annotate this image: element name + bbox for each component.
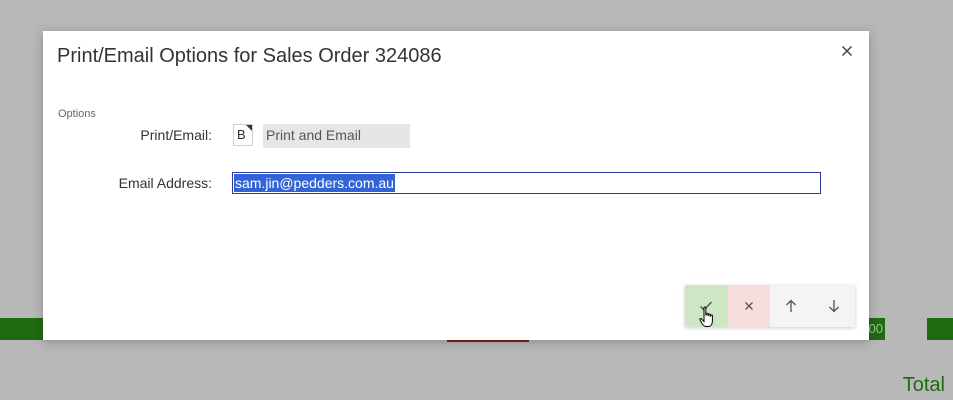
move-up-button[interactable]	[770, 285, 813, 327]
total-label: Total	[902, 374, 945, 396]
dialog-title: Print/Email Options for Sales Order 3240…	[57, 45, 442, 67]
arrow-down-icon	[828, 300, 839, 313]
print-email-code-field[interactable]: B	[233, 124, 253, 146]
print-email-code: B	[237, 127, 246, 142]
background-row-bar-right	[927, 318, 953, 340]
check-icon	[700, 301, 713, 312]
print-email-label: Print/Email:	[140, 127, 212, 143]
close-button[interactable]	[839, 43, 855, 59]
email-address-input[interactable]	[232, 172, 821, 194]
action-toolbar	[685, 285, 855, 327]
ok-button[interactable]	[685, 285, 728, 327]
dropdown-corner-icon	[246, 125, 252, 131]
move-down-button[interactable]	[812, 285, 855, 327]
print-email-description: Print and Email	[263, 124, 410, 148]
print-email-dialog: Print/Email Options for Sales Order 3240…	[43, 31, 869, 340]
background-row-bar	[0, 318, 44, 340]
arrow-up-icon	[786, 299, 797, 312]
email-address-label: Email Address:	[118, 175, 212, 191]
cancel-button[interactable]	[727, 285, 770, 327]
close-icon	[841, 45, 853, 57]
x-icon	[744, 302, 753, 310]
options-section-label: Options	[58, 108, 96, 120]
